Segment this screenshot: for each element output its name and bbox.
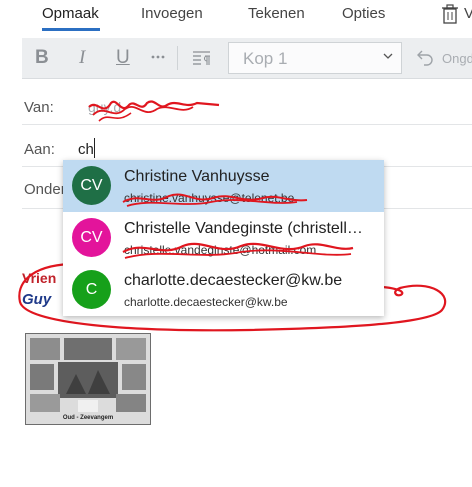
postcard-caption: Oud - Zeevangem [62, 415, 114, 421]
chevron-down-icon [383, 53, 393, 59]
avatar: CV [72, 166, 111, 205]
paragraph-style-button[interactable] [192, 49, 212, 73]
active-tab-indicator [42, 28, 100, 31]
undo-button[interactable] [416, 48, 434, 71]
more-icon [151, 55, 165, 59]
suggestion-email: christine.vanhuysse@telenet.be [124, 191, 295, 205]
to-input[interactable]: ch [78, 141, 94, 158]
suggestion-name: Christine Vanhuysse [124, 168, 270, 185]
tab-more[interactable]: V [464, 5, 472, 22]
contact-suggestions: CV Christine Vanhuysse christine.vanhuys… [63, 160, 384, 316]
subject-label: Onder [24, 181, 66, 198]
undo-label: Ongd [442, 51, 472, 66]
tab-tekenen[interactable]: Tekenen [248, 5, 305, 22]
postcard-image: Oud - Zeevangem [25, 333, 151, 425]
discard-button[interactable] [441, 4, 463, 26]
heading-style-select[interactable]: Kop 1 [228, 42, 402, 74]
tab-invoegen[interactable]: Invoegen [141, 5, 203, 22]
from-label: Van: [24, 99, 54, 116]
toolbar-divider [177, 46, 178, 70]
to-label: Aan: [24, 141, 55, 158]
tab-opties[interactable]: Opties [342, 5, 385, 22]
from-value: guy.d [88, 99, 122, 115]
body-signature: Guy [22, 291, 52, 308]
format-toolbar: B I U Kop 1 Ongd [22, 38, 472, 79]
more-formatting-button[interactable] [150, 49, 166, 71]
text-caret [94, 138, 95, 158]
italic-button[interactable]: I [79, 47, 85, 69]
paragraph-format-icon [193, 51, 210, 65]
suggestion-email: christelle.vandeginste@hotmail.com [124, 243, 317, 257]
undo-icon [417, 50, 433, 66]
suggestion-name: Christelle Vandeginste (christell… [124, 220, 363, 237]
suggestion-email: charlotte.decaestecker@kw.be [124, 295, 288, 309]
suggestion-item[interactable]: CV Christelle Vandeginste (christell… ch… [63, 212, 384, 264]
postcard-illustration [26, 334, 150, 424]
tab-opmaak[interactable]: Opmaak [42, 5, 99, 22]
field-divider [22, 124, 472, 125]
suggestion-item[interactable]: CV Christine Vanhuysse christine.vanhuys… [63, 160, 384, 212]
body-greeting: Vrien [22, 270, 57, 286]
ribbon-tabs: Opmaak Invoegen Tekenen Opties V [0, 0, 472, 38]
underline-button[interactable]: U [116, 47, 130, 69]
avatar: C [72, 270, 111, 309]
suggestion-name: charlotte.decaestecker@kw.be [124, 272, 343, 289]
bold-button[interactable]: B [35, 47, 49, 69]
avatar: CV [72, 218, 111, 257]
heading-style-value: Kop 1 [243, 49, 288, 68]
suggestion-item[interactable]: C charlotte.decaestecker@kw.be charlotte… [63, 264, 384, 316]
trash-icon [442, 4, 458, 24]
